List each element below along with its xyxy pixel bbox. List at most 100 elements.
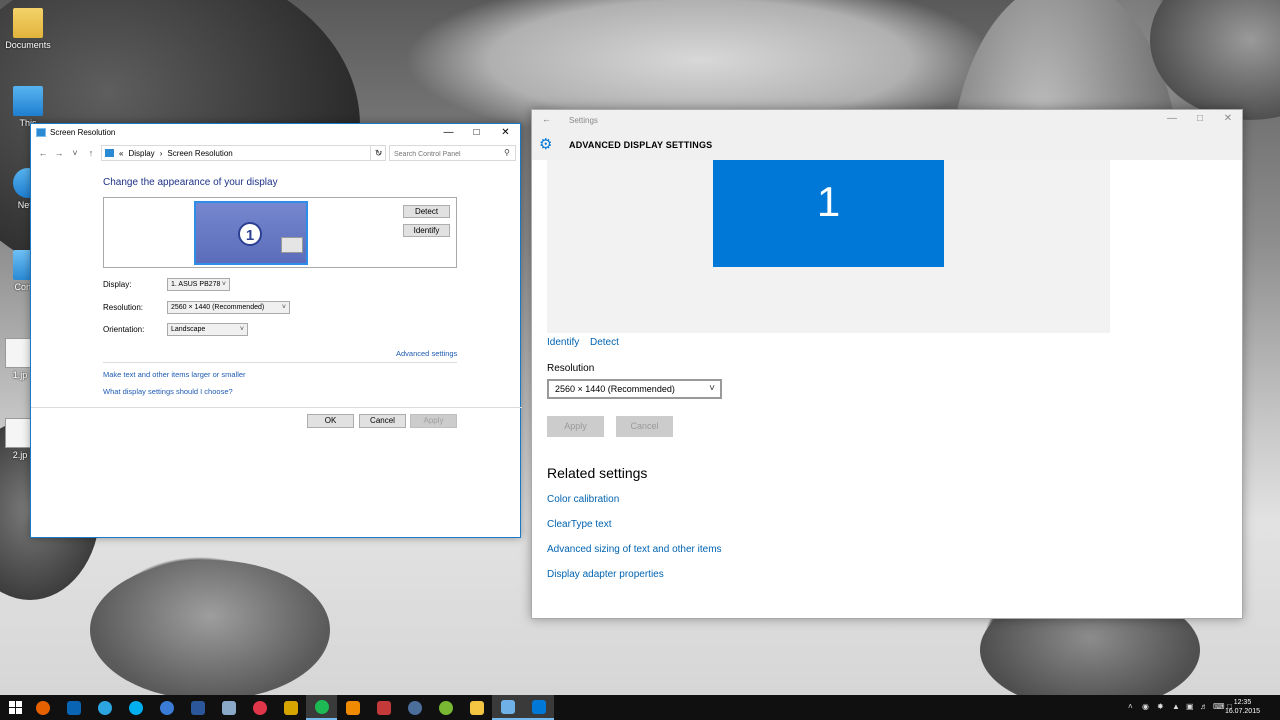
app-icon [159,700,174,715]
taskbar-skype[interactable] [120,695,151,720]
taskbar-spotify[interactable] [306,695,337,720]
maximize-button[interactable]: □ [1186,113,1214,124]
taskbar-outlook[interactable] [58,695,89,720]
back-arrow-icon[interactable]: ← [542,114,551,124]
clock-date: 16.07.2015 [1224,708,1260,715]
identify-button[interactable]: Identify [403,224,450,237]
back-arrow-icon[interactable]: ← [35,148,51,158]
related-settings-heading: Related settings [547,465,648,481]
photos-icon [221,700,236,715]
steam-icon [407,700,422,715]
ok-button[interactable]: OK [307,414,354,428]
search-icon[interactable]: ⚲ [504,148,510,157]
cancel-button[interactable]: Cancel [359,414,406,428]
control-panel-icon [105,149,114,157]
keyboard-icon[interactable]: ⌨ [1213,702,1225,711]
display-select[interactable]: 1. ASUS PB278 ˅ [167,278,230,291]
close-button[interactable]: ✕ [491,124,520,141]
desktop-icon-this-pc[interactable]: This [2,86,54,128]
detect-link[interactable]: Detect [590,337,619,348]
taskbar-photos[interactable] [213,695,244,720]
taskbar-telegram[interactable] [89,695,120,720]
window-titlebar[interactable]: Screen Resolution — □ ✕ [31,124,520,141]
taskbar-control-panel[interactable] [492,695,523,720]
advanced-settings-link[interactable]: Advanced settings [396,349,457,358]
desktop-icon-label: 2.jp [12,450,28,460]
taskbar-itunes[interactable] [244,695,275,720]
firefox-icon [35,700,50,715]
monitor-1-tile[interactable]: 1 [713,160,944,267]
clock[interactable]: 12:35 16.07.2015 [1225,698,1260,716]
window-title: Screen Resolution [50,128,116,137]
chevron-down-icon: ˅ [281,304,286,311]
windows-logo-icon [9,701,22,714]
taskbar-word[interactable] [182,695,213,720]
volume-icon[interactable]: ♬ [1200,702,1208,711]
cancel-button[interactable]: Cancel [616,416,673,437]
display-adapter-link[interactable]: Display adapter properties [547,569,664,580]
recent-dropdown-icon[interactable]: ˅ [67,148,83,158]
cleartype-text-link[interactable]: ClearType text [547,519,611,530]
computer-icon [13,86,43,116]
advanced-sizing-link[interactable]: Advanced sizing of text and other items [547,544,722,555]
display-label: Display: [103,280,132,289]
utorrent-icon [438,700,453,715]
taskbar-file-explorer[interactable] [461,695,492,720]
taskbar-settings[interactable] [523,695,554,720]
taskbar-firefox[interactable] [27,695,58,720]
display-preview: 1 Detect Identify [103,197,457,268]
monitor-1-tile[interactable]: 1 [194,201,308,265]
refresh-icon[interactable]: ↻ [370,145,386,161]
desktop-icon-documents[interactable]: Documents [2,8,54,50]
tray-app-icon[interactable]: ▲ [1172,702,1180,711]
divider [31,407,522,408]
orientation-label: Orientation: [103,325,145,334]
up-arrow-icon[interactable]: ↑ [83,148,99,158]
taskbar-app[interactable] [368,695,399,720]
tray-app-icon[interactable]: ◉ [1142,702,1149,711]
identify-link[interactable]: Identify [547,337,579,348]
taskbar-app[interactable] [151,695,182,720]
resolution-select[interactable]: 2560 × 1440 (Recommended) ˅ [167,301,290,314]
minimize-button[interactable]: — [1158,113,1186,124]
display-settings-help-link[interactable]: What display settings should I choose? [103,387,233,396]
apply-button[interactable]: Apply [410,414,457,428]
network-icon[interactable]: ▣ [1186,702,1194,711]
window-titlebar[interactable]: ← Settings — □ ✕ [532,110,1242,130]
address-bar: ← → ˅ ↑ « Display › Screen Resolution ˅ … [31,142,520,164]
chevron-up-icon[interactable]: ˄ [1128,702,1133,711]
outlook-icon [66,700,81,715]
minimize-button[interactable]: — [434,124,463,141]
spotify-icon [314,699,329,714]
display-grid-icon [281,237,303,253]
resolution-select-value: 2560 × 1440 (Recommended) [171,304,265,311]
apply-button[interactable]: Apply [547,416,604,437]
resolution-label: Resolution [547,363,595,374]
resolution-select[interactable]: 2560 × 1440 (Recommended) ˅ [547,379,722,399]
orientation-select[interactable]: Landscape ˅ [167,323,248,336]
rock-decoration [90,560,330,695]
search-input[interactable] [389,145,516,161]
maximize-button[interactable]: □ [462,124,491,141]
text-size-link[interactable]: Make text and other items larger or smal… [103,370,246,379]
breadcrumb-item-screen-resolution[interactable]: Screen Resolution [167,149,232,158]
forward-arrow-icon[interactable]: → [51,148,67,158]
desktop-icon-label: 1.jp [12,370,28,380]
desktop-icon-label: Documents [5,40,51,50]
breadcrumb[interactable]: « Display › Screen Resolution ˅ [101,145,386,161]
breadcrumb-item-display[interactable]: Display [128,149,154,158]
resolution-label: Resolution: [103,303,144,312]
tray-app-icon[interactable]: ✸ [1157,702,1164,711]
detect-button[interactable]: Detect [403,205,450,218]
taskbar-app[interactable] [275,695,306,720]
taskbar-vlc[interactable] [337,695,368,720]
taskbar-steam[interactable] [399,695,430,720]
display-select-value: 1. ASUS PB278 [171,281,221,288]
color-calibration-link[interactable]: Color calibration [547,494,619,505]
taskbar-utorrent[interactable] [430,695,461,720]
taskbar: ˄ ◉ ✸ ▲ ▣ ♬ ⌨ □ 12:35 16.07.2015 [0,695,1280,720]
close-button[interactable]: ✕ [1214,113,1242,124]
content-area: Change the appearance of your display 1 … [103,177,463,396]
display-icon [36,128,46,137]
breadcrumb-separator: « [119,148,124,158]
